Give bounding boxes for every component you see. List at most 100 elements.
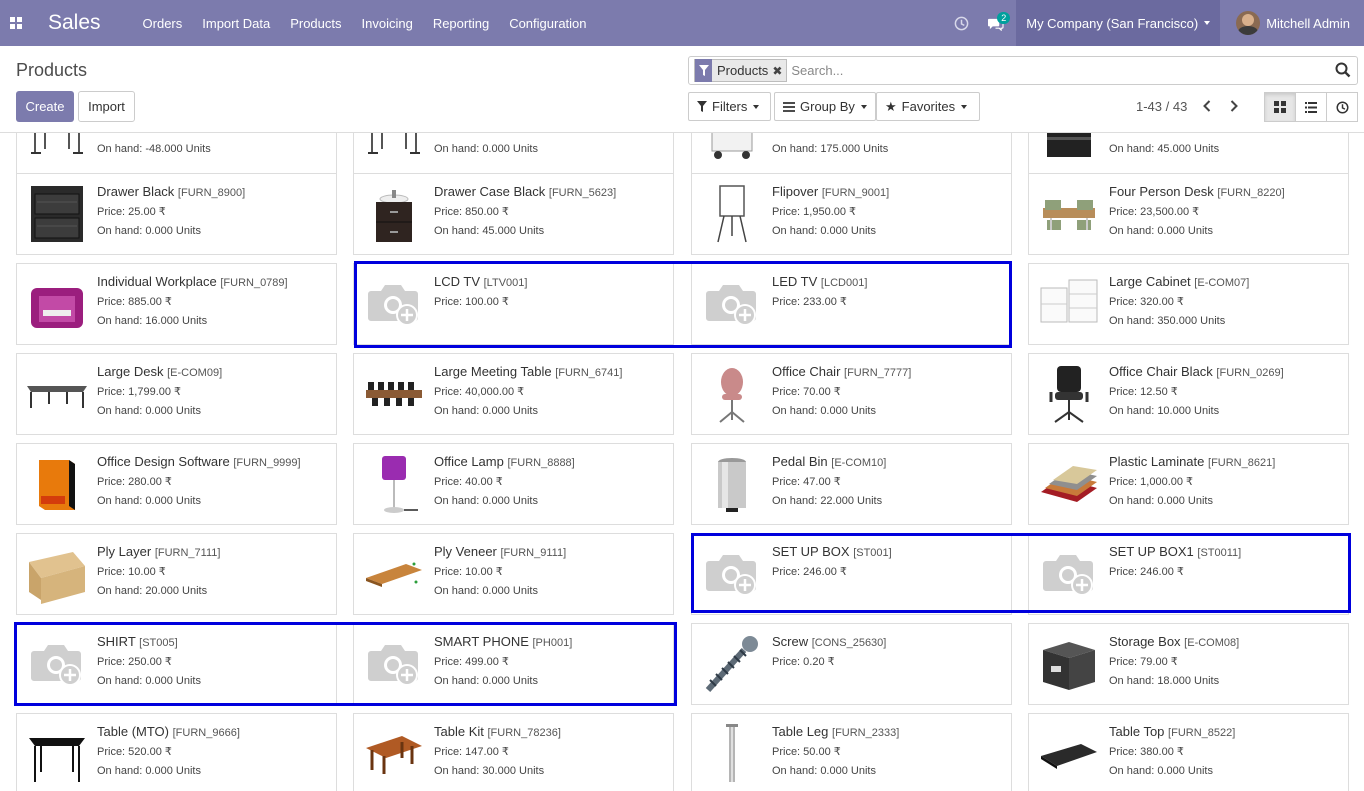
- caret-down-icon: [1204, 21, 1211, 25]
- control-panel: Products Create Import Products ✖ Filter…: [0, 46, 1364, 133]
- product-card[interactable]: Office Chair [FURN_7777] Price: 70.00 ₹ On…: [691, 353, 1012, 435]
- pager-previous-icon[interactable]: [1197, 96, 1217, 116]
- product-card[interactable]: Screw [CONS_25630] Price: 0.20 ₹: [691, 623, 1012, 705]
- search-input[interactable]: [791, 63, 1332, 78]
- product-code: [FURN_7111]: [154, 547, 221, 559]
- menu-configuration[interactable]: Configuration: [499, 0, 596, 46]
- product-code: [FURN_9001]: [821, 187, 890, 199]
- product-card[interactable]: Plastic Laminate [FURN_8621] Price: 1,000…: [1028, 443, 1349, 525]
- product-card[interactable]: Individual Workplace [FURN_0789] Price: 8…: [16, 263, 337, 345]
- product-name-text: SMART PHONE: [434, 634, 529, 649]
- pager-value[interactable]: 1-43 / 43: [1136, 99, 1187, 114]
- product-card[interactable]: Large Desk [E-COM09] Price: 1,799.00 ₹ On …: [16, 353, 337, 435]
- import-button[interactable]: Import: [78, 91, 135, 122]
- product-name: Table Leg [FURN_2333]: [772, 722, 1005, 743]
- product-info: Table Leg [FURN_2333] Price: 50.00 ₹ On ha…: [772, 722, 1005, 781]
- product-card[interactable]: Drawer Case Black [FURN_5623] Price: 850.…: [353, 173, 674, 255]
- product-card[interactable]: Table Kit [FURN_78236] Price: 147.00 ₹ On …: [353, 713, 674, 791]
- product-onhand: On hand: 0.000 Units: [434, 143, 538, 155]
- product-name: Plastic Laminate [FURN_8621]: [1109, 452, 1342, 473]
- product-code: [FURN_0269]: [1216, 367, 1284, 379]
- product-card[interactable]: LED TV [LCD001] Price: 233.00 ₹: [691, 263, 1012, 345]
- menu-import-data[interactable]: Import Data: [192, 0, 280, 46]
- product-card[interactable]: Large Meeting Table [FURN_6741] Price: 40…: [353, 353, 674, 435]
- list-view-icon[interactable]: [1295, 92, 1327, 122]
- activity-clock-icon[interactable]: [944, 0, 978, 46]
- product-card[interactable]: On hand: -48.000 Units: [16, 133, 337, 174]
- menu-reporting[interactable]: Reporting: [423, 0, 499, 46]
- product-info: Plastic Laminate [FURN_8621] Price: 1,000…: [1109, 452, 1342, 511]
- product-image: [1037, 632, 1101, 696]
- filters-label: Filters: [712, 99, 748, 114]
- product-card[interactable]: On hand: 175.000 Units: [691, 133, 1012, 174]
- product-card[interactable]: Ply Veneer [FURN_9111] Price: 10.00 ₹ On h…: [353, 533, 674, 615]
- facet-remove-icon[interactable]: ✖: [772, 64, 786, 78]
- app-title: Sales: [48, 11, 101, 34]
- menu-invoicing[interactable]: Invoicing: [352, 0, 423, 46]
- groupby-dropdown[interactable]: Group By: [774, 92, 876, 121]
- product-card[interactable]: SMART PHONE [PH001] Price: 499.00 ₹ On han…: [353, 623, 674, 705]
- product-price: Price: 520.00 ₹: [97, 746, 172, 758]
- product-code: [E-COM10]: [831, 457, 887, 469]
- activity-view-icon[interactable]: [1326, 92, 1358, 122]
- product-card[interactable]: LCD TV [LTV001] Price: 100.00 ₹: [353, 263, 674, 345]
- product-card[interactable]: On hand: 45.000 Units: [1028, 133, 1349, 174]
- product-image: [1037, 272, 1101, 336]
- product-image: [700, 182, 764, 246]
- product-code: [FURN_7777]: [844, 367, 912, 379]
- filters-dropdown[interactable]: Filters: [688, 92, 771, 121]
- product-info: On hand: 0.000 Units: [434, 140, 667, 159]
- favorites-dropdown[interactable]: ★ Favorites: [876, 92, 980, 121]
- product-card[interactable]: Table Top [FURN_8522] Price: 380.00 ₹ On h…: [1028, 713, 1349, 791]
- product-card[interactable]: Drawer Black [FURN_8900] Price: 25.00 ₹ On…: [16, 173, 337, 255]
- product-card[interactable]: Office Lamp [FURN_8888] Price: 40.00 ₹ On …: [353, 443, 674, 525]
- product-name: Drawer Case Black [FURN_5623]: [434, 182, 667, 203]
- apps-menu-icon[interactable]: [0, 0, 32, 46]
- user-menu[interactable]: Mitchell Admin: [1220, 0, 1364, 46]
- search-icon[interactable]: [1335, 62, 1353, 80]
- product-name-text: SET UP BOX1: [1109, 544, 1194, 559]
- product-code: [FURN_6741]: [555, 367, 623, 379]
- avatar: [1236, 11, 1261, 35]
- product-card[interactable]: Pedal Bin [E-COM10] Price: 47.00 ₹ On hand…: [691, 443, 1012, 525]
- product-name-text: Office Chair Black: [1109, 364, 1213, 379]
- product-price: Price: 1,000.00 ₹: [1109, 476, 1194, 488]
- product-info: Ply Layer [FURN_7111] Price: 10.00 ₹ On ha…: [97, 542, 330, 601]
- product-code: [ST001]: [853, 547, 892, 559]
- product-image: [25, 133, 89, 165]
- messages-icon[interactable]: 2: [978, 0, 1012, 46]
- product-card[interactable]: SET UP BOX1 [ST0011] Price: 246.00 ₹: [1028, 533, 1349, 615]
- product-card[interactable]: Office Design Software [FURN_9999] Price:…: [16, 443, 337, 525]
- product-card[interactable]: Ply Layer [FURN_7111] Price: 10.00 ₹ On ha…: [16, 533, 337, 615]
- product-onhand: On hand: 0.000 Units: [434, 405, 538, 417]
- product-card[interactable]: SET UP BOX [ST001] Price: 246.00 ₹: [691, 533, 1012, 615]
- product-card[interactable]: Flipover [FURN_9001] Price: 1,950.00 ₹ On …: [691, 173, 1012, 255]
- create-button[interactable]: Create: [16, 91, 74, 122]
- product-info: Four Person Desk [FURN_8220] Price: 23,50…: [1109, 182, 1342, 241]
- product-name-text: Four Person Desk: [1109, 184, 1214, 199]
- product-card[interactable]: Storage Box [E-COM08] Price: 79.00 ₹ On ha…: [1028, 623, 1349, 705]
- menu-products[interactable]: Products: [280, 0, 351, 46]
- product-code: [FURN_9111]: [500, 547, 567, 559]
- product-name-text: Table Leg: [772, 724, 829, 739]
- product-name-text: Storage Box: [1109, 634, 1181, 649]
- product-card[interactable]: On hand: 0.000 Units: [353, 133, 674, 174]
- product-price: Price: 47.00 ₹: [772, 476, 841, 488]
- product-onhand: On hand: 0.000 Units: [434, 585, 538, 597]
- product-card[interactable]: Table (MTO) [FURN_9666] Price: 520.00 ₹ On…: [16, 713, 337, 791]
- main-menu: Orders Import Data Products Invoicing Re…: [133, 0, 597, 46]
- product-info: Ply Veneer [FURN_9111] Price: 10.00 ₹ On h…: [434, 542, 667, 601]
- menu-orders[interactable]: Orders: [133, 0, 193, 46]
- pager-next-icon[interactable]: [1224, 96, 1244, 116]
- product-card[interactable]: Office Chair Black [FURN_0269] Price: 12.…: [1028, 353, 1349, 435]
- product-card[interactable]: Large Cabinet [E-COM07] Price: 320.00 ₹ On…: [1028, 263, 1349, 345]
- product-card[interactable]: Four Person Desk [FURN_8220] Price: 23,50…: [1028, 173, 1349, 255]
- product-price: Price: 246.00 ₹: [772, 566, 847, 578]
- product-card[interactable]: SHIRT [ST005] Price: 250.00 ₹ On hand: 0.0…: [16, 623, 337, 705]
- product-name-text: Flipover: [772, 184, 819, 199]
- product-price: Price: 25.00 ₹: [97, 206, 166, 218]
- product-name-text: Large Cabinet: [1109, 274, 1191, 289]
- kanban-view-icon[interactable]: [1264, 92, 1296, 122]
- company-switcher[interactable]: My Company (San Francisco): [1016, 0, 1221, 46]
- product-card[interactable]: Table Leg [FURN_2333] Price: 50.00 ₹ On ha…: [691, 713, 1012, 791]
